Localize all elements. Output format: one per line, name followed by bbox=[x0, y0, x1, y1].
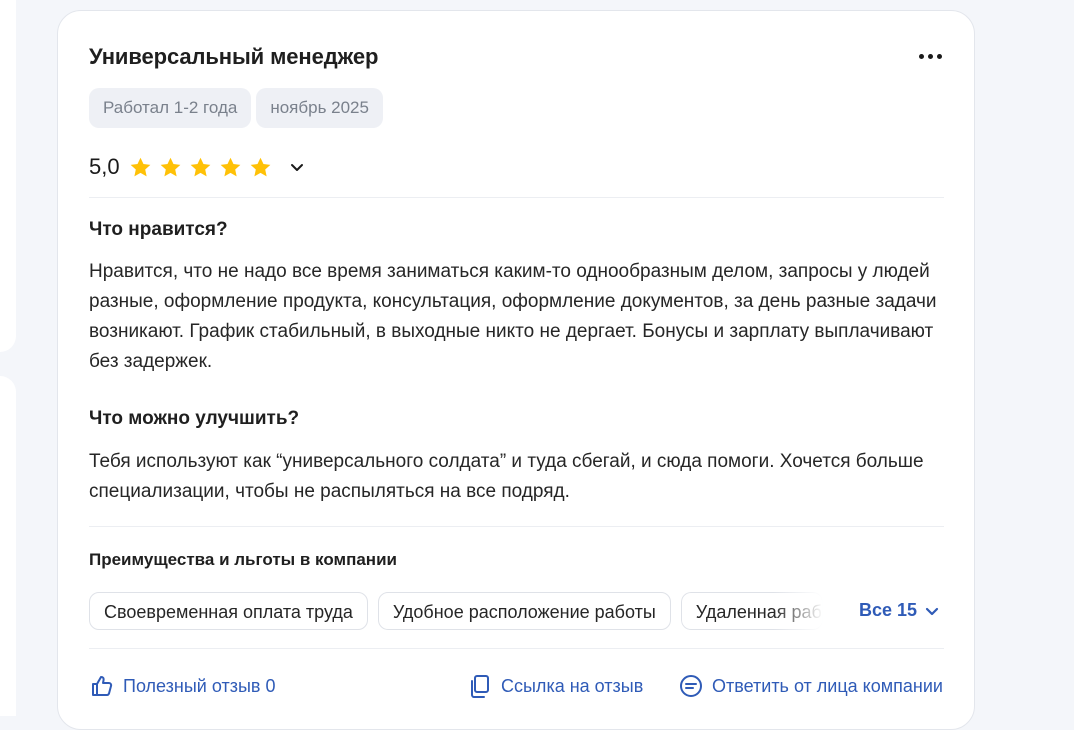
chevron-down-icon bbox=[925, 607, 939, 615]
star-icon bbox=[190, 157, 210, 176]
more-dot-icon bbox=[936, 53, 942, 59]
review-link-button[interactable]: Ссылка на отзыв bbox=[467, 673, 643, 699]
improve-text: Тебя используют как “универсального солд… bbox=[89, 451, 924, 502]
more-dot-icon bbox=[918, 53, 924, 59]
review-footer: Полезный отзыв 0 Ссылка на отзыв Ответит… bbox=[89, 673, 959, 703]
benefit-chip[interactable]: Удобное расположение работы bbox=[377, 592, 671, 630]
more-options-button[interactable] bbox=[913, 45, 947, 67]
show-all-label: Все 15 bbox=[859, 600, 918, 620]
thumbs-up-icon bbox=[92, 676, 113, 696]
improve-heading: Что можно улучшить? bbox=[89, 408, 300, 429]
review-link-label: Ссылка на отзыв bbox=[501, 675, 644, 696]
review-card: Универсальный менеджер Работал 1-2 года … bbox=[57, 10, 975, 730]
left-panel-edge-top bbox=[0, 0, 16, 352]
rating-stars bbox=[129, 156, 272, 179]
benefit-chip[interactable]: Своевременная оплата труда bbox=[89, 592, 368, 630]
left-panel-edge-bottom bbox=[0, 376, 16, 716]
helpful-review-button[interactable]: Полезный отзыв 0 bbox=[89, 673, 275, 699]
rating-row: 5,0 bbox=[89, 154, 307, 180]
benefits-chips: Своевременная оплата труда Удобное распо… bbox=[89, 592, 823, 630]
reply-as-company-button[interactable]: Ответить от лица компании bbox=[678, 673, 943, 699]
review-tags: Работал 1-2 года ноябрь 2025 bbox=[89, 88, 383, 128]
star-icon bbox=[250, 157, 270, 176]
rating-expand-chevron-icon[interactable] bbox=[287, 157, 307, 177]
benefits-heading: Преимущества и льготы в компании bbox=[89, 550, 397, 569]
divider bbox=[89, 648, 944, 649]
likes-text: Нравится, что не надо все время занимать… bbox=[89, 261, 937, 372]
star-icon bbox=[220, 157, 240, 176]
reply-label: Ответить от лица компании bbox=[712, 675, 943, 696]
divider bbox=[89, 197, 944, 198]
benefit-chip[interactable]: Удаленная работа bbox=[680, 592, 823, 630]
copy-link-icon bbox=[471, 675, 489, 698]
more-dot-icon bbox=[927, 53, 933, 59]
likes-heading: Что нравится? bbox=[89, 219, 228, 240]
divider bbox=[89, 526, 944, 527]
star-icon bbox=[130, 157, 150, 176]
reply-chat-icon bbox=[680, 675, 702, 697]
rating-value: 5,0 bbox=[89, 154, 120, 179]
tag-review-date: ноябрь 2025 bbox=[256, 88, 383, 128]
helpful-label: Полезный отзыв 0 bbox=[123, 675, 276, 696]
review-title: Универсальный менеджер bbox=[89, 44, 379, 69]
tag-work-duration: Работал 1-2 года bbox=[89, 88, 252, 128]
star-icon bbox=[160, 157, 180, 176]
show-all-benefits-button[interactable]: Все 15 bbox=[859, 600, 941, 621]
